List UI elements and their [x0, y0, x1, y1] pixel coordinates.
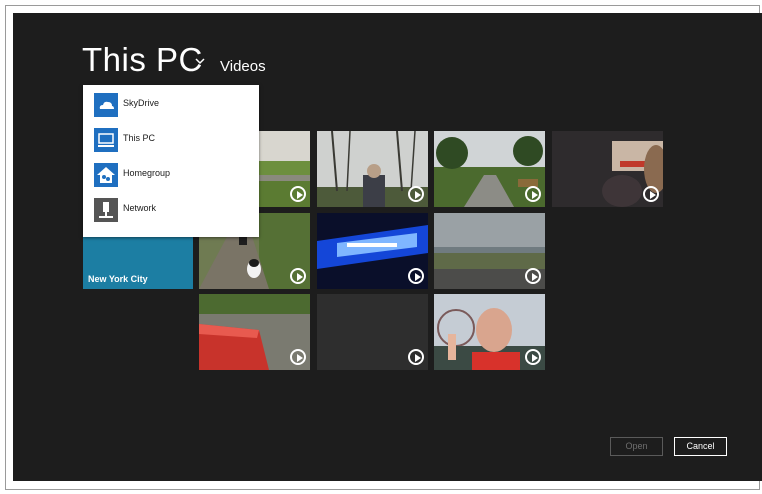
file-picker: This PC Videos New York City SkyDrive Th…	[13, 13, 762, 481]
cancel-button[interactable]: Cancel	[674, 437, 727, 456]
play-icon	[290, 186, 306, 202]
folder-label: New York City	[88, 274, 148, 284]
current-folder-label: Videos	[220, 58, 266, 75]
homegroup-icon	[94, 163, 118, 187]
play-icon	[525, 349, 541, 365]
cloud-icon	[94, 93, 118, 117]
play-icon	[643, 186, 659, 202]
menu-item-homegroup[interactable]: Homegroup	[83, 160, 259, 190]
video-tile[interactable]	[434, 131, 545, 207]
location-menu: SkyDrive This PC Homegroup Network	[83, 85, 259, 237]
computer-icon	[94, 128, 118, 152]
video-tile[interactable]	[552, 131, 663, 207]
menu-item-label: Network	[123, 203, 157, 213]
menu-item-skydrive[interactable]: SkyDrive	[83, 90, 259, 120]
menu-item-this-pc[interactable]: This PC	[83, 125, 259, 155]
video-tile[interactable]	[317, 131, 428, 207]
menu-item-label: This PC	[123, 133, 156, 143]
play-icon	[290, 349, 306, 365]
open-button[interactable]: Open	[610, 437, 663, 456]
play-icon	[408, 268, 424, 284]
menu-item-label: Homegroup	[123, 168, 171, 178]
menu-item-network[interactable]: Network	[83, 195, 259, 225]
play-icon	[290, 268, 306, 284]
video-tile[interactable]	[317, 213, 428, 289]
video-tile[interactable]	[434, 294, 545, 370]
video-tile[interactable]	[317, 294, 428, 370]
video-tile[interactable]	[199, 294, 310, 370]
chevron-down-icon[interactable]	[193, 56, 207, 66]
play-icon	[525, 268, 541, 284]
play-icon	[408, 349, 424, 365]
network-icon	[94, 198, 118, 222]
menu-item-label: SkyDrive	[123, 98, 160, 108]
video-tile[interactable]	[434, 213, 545, 289]
play-icon	[408, 186, 424, 202]
location-title[interactable]: This PC	[82, 41, 203, 79]
play-icon	[525, 186, 541, 202]
